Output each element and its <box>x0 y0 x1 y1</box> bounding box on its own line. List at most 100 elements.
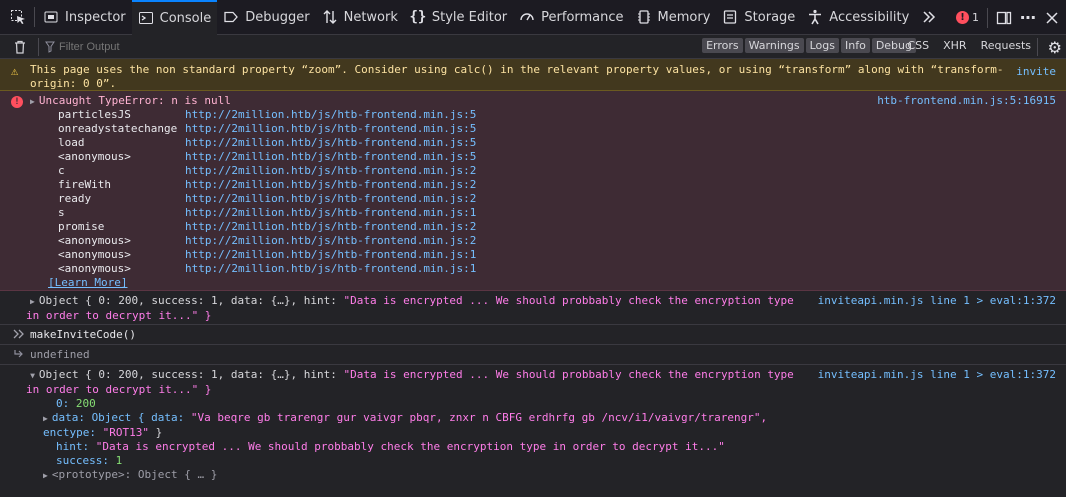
property-row: 0: 200 <box>56 397 1056 411</box>
filter-logs-button[interactable]: Logs <box>805 38 839 53</box>
stack-frame: <anonymous> http://2million.htb/js/htb-fr… <box>58 234 1056 248</box>
tab-label: Debugger <box>245 9 310 25</box>
filter-icon <box>45 39 55 55</box>
log-object-prefix: Object { 0: 200, success: 1, data: {…}, … <box>38 294 344 307</box>
property-value: "Data is encrypted ... We should probbab… <box>95 440 725 453</box>
tab-style-editor[interactable]: {} Style Editor <box>404 0 513 35</box>
more-tools-button[interactable] <box>915 0 943 35</box>
frame-location-link[interactable]: http://2million.htb/js/htb-frontend.min.… <box>185 178 476 192</box>
log-source-link[interactable]: inviteapi.min.js line 1 > eval:1:372 <box>818 368 1056 382</box>
tab-memory[interactable]: Memory <box>630 0 717 35</box>
tab-network[interactable]: Network <box>316 0 404 35</box>
learn-more-link[interactable]: [Learn More] <box>48 276 1056 290</box>
filter-divider <box>1037 38 1038 56</box>
console-result-entry: undefined <box>0 345 1066 365</box>
tab-console[interactable]: Console <box>131 0 218 35</box>
frame-location-link[interactable]: http://2million.htb/js/htb-frontend.min.… <box>185 122 476 136</box>
tab-debugger[interactable]: Debugger <box>217 0 315 35</box>
property-key: success: <box>56 454 116 467</box>
expand-triangle-icon[interactable]: ▶ <box>43 469 48 483</box>
tab-inspector[interactable]: Inspector <box>37 0 132 35</box>
property-row: hint: "Data is encrypted ... We should p… <box>56 440 1056 454</box>
filter-requests-button[interactable]: Requests <box>981 39 1031 52</box>
tab-label: Memory <box>657 9 711 25</box>
filter-warnings-button[interactable]: Warnings <box>744 38 804 53</box>
error-icon: ! <box>956 11 969 24</box>
frame-location-link[interactable]: http://2million.htb/js/htb-frontend.min.… <box>185 192 476 206</box>
collapse-triangle-icon[interactable]: ▶ <box>25 374 39 379</box>
tab-storage[interactable]: Storage <box>716 0 801 35</box>
log-hint-continuation: in order to decrypt it..." } <box>26 383 212 396</box>
filter-errors-button[interactable]: Errors <box>702 38 743 53</box>
frame-function: <anonymous> <box>58 150 131 163</box>
frame-location-link[interactable]: http://2million.htb/js/htb-frontend.min.… <box>185 150 476 164</box>
devtools-toolbar: Inspector Console Debugger Network {} St… <box>0 0 1066 35</box>
tab-label: Accessibility <box>829 9 910 25</box>
debugger-icon <box>223 9 239 25</box>
expand-triangle-icon[interactable]: ▶ <box>30 295 35 309</box>
request-filters: CSS XHR Requests <box>907 39 1031 52</box>
frame-function: onreadystatechange <box>58 122 178 135</box>
element-picker-button[interactable] <box>0 0 34 35</box>
meatball-menu-icon[interactable]: ⋯ <box>1020 8 1036 27</box>
log-hint-string: "Data is encrypted ... We should probbab… <box>343 368 794 381</box>
object-close: } <box>148 426 163 439</box>
warning-source-link[interactable]: invite <box>1016 65 1056 79</box>
frame-function: ready <box>58 192 92 205</box>
frame-location-link[interactable]: http://2million.htb/js/htb-frontend.min.… <box>185 108 476 122</box>
frame-location-link[interactable]: http://2million.htb/js/htb-frontend.min.… <box>185 136 476 150</box>
memory-icon <box>636 9 652 25</box>
frame-location-link[interactable]: http://2million.htb/js/htb-frontend.min.… <box>185 248 476 262</box>
error-count: 1 <box>972 11 979 24</box>
error-text: Uncaught TypeError: n is null <box>38 94 231 107</box>
log-object-prefix: Object { 0: 200, success: 1, data: {…}, … <box>38 368 344 381</box>
dock-side-icon[interactable] <box>996 10 1012 26</box>
log-source-link[interactable]: inviteapi.min.js line 1 > eval:1:372 <box>818 294 1056 308</box>
frame-location-link[interactable]: http://2million.htb/js/htb-frontend.min.… <box>185 262 476 276</box>
frame-function: particlesJS <box>58 108 131 121</box>
filter-divider <box>38 37 39 56</box>
property-row: enctype: "ROT13" } <box>43 426 1056 440</box>
gear-icon[interactable]: ⚙ <box>1048 38 1062 57</box>
expand-triangle-icon[interactable]: ▶ <box>30 95 35 109</box>
frame-function: promise <box>58 220 105 233</box>
frame-function: c <box>58 164 65 177</box>
filter-input[interactable] <box>59 40 259 53</box>
frame-location-link[interactable]: http://2million.htb/js/htb-frontend.min.… <box>185 206 476 220</box>
close-icon[interactable] <box>1044 10 1060 26</box>
tab-label: Performance <box>541 9 624 25</box>
property-value: "ROT13" <box>102 426 149 439</box>
stack-frame: <anonymous> http://2million.htb/js/htb-fr… <box>58 150 1056 164</box>
filter-info-button[interactable]: Info <box>840 38 870 53</box>
tab-label: Console <box>159 10 212 26</box>
accessibility-icon <box>807 9 823 25</box>
expand-triangle-icon[interactable]: ▶ <box>43 412 48 426</box>
log-hint-string: "Data is encrypted ... We should probbab… <box>343 294 794 307</box>
prototype-text: <prototype>: Object { … } <box>51 468 218 481</box>
console-log-object: ▶ Object { 0: 200, success: 1, data: {…},… <box>0 291 1066 325</box>
frame-location-link[interactable]: http://2million.htb/js/htb-frontend.min.… <box>185 220 476 234</box>
tab-performance[interactable]: Performance <box>513 0 629 35</box>
tab-label: Network <box>343 9 398 25</box>
log-hint-continuation: in order to decrypt it..." } <box>26 309 212 322</box>
property-value: 1 <box>115 454 123 467</box>
stack-frame: ready http://2million.htb/js/htb-frontend… <box>58 192 1056 206</box>
toolbar-right: ! 1 ⋯ <box>956 0 1066 35</box>
filter-xhr-button[interactable]: XHR <box>943 39 966 52</box>
frame-function: <anonymous> <box>58 262 131 275</box>
frame-location-link[interactable]: http://2million.htb/js/htb-frontend.min.… <box>185 234 476 248</box>
console-input-entry: makeInviteCode() <box>0 325 1066 345</box>
frame-location-link[interactable]: http://2million.htb/js/htb-frontend.min.… <box>185 164 476 178</box>
stack-frame: c http://2million.htb/js/htb-frontend.min… <box>58 164 1056 178</box>
tab-accessibility[interactable]: Accessibility <box>801 0 915 35</box>
property-value: "Va beqre gb trarengr gur vaivgr pbqr, z… <box>190 411 768 424</box>
error-count-badge[interactable]: ! 1 <box>956 11 979 24</box>
frame-function: <anonymous> <box>58 248 131 261</box>
performance-icon <box>519 9 535 25</box>
filter-css-button[interactable]: CSS <box>907 39 929 52</box>
stack-frame: promise http://2million.htb/js/htb-fronte… <box>58 220 1056 234</box>
trash-icon[interactable] <box>12 39 28 55</box>
error-source-link[interactable]: htb-frontend.min.js:5:16915 <box>877 94 1056 107</box>
property-row: ▶ data: Object { data: "Va beqre gb trare… <box>43 411 1056 426</box>
warning-icon: ⚠ <box>11 64 19 78</box>
